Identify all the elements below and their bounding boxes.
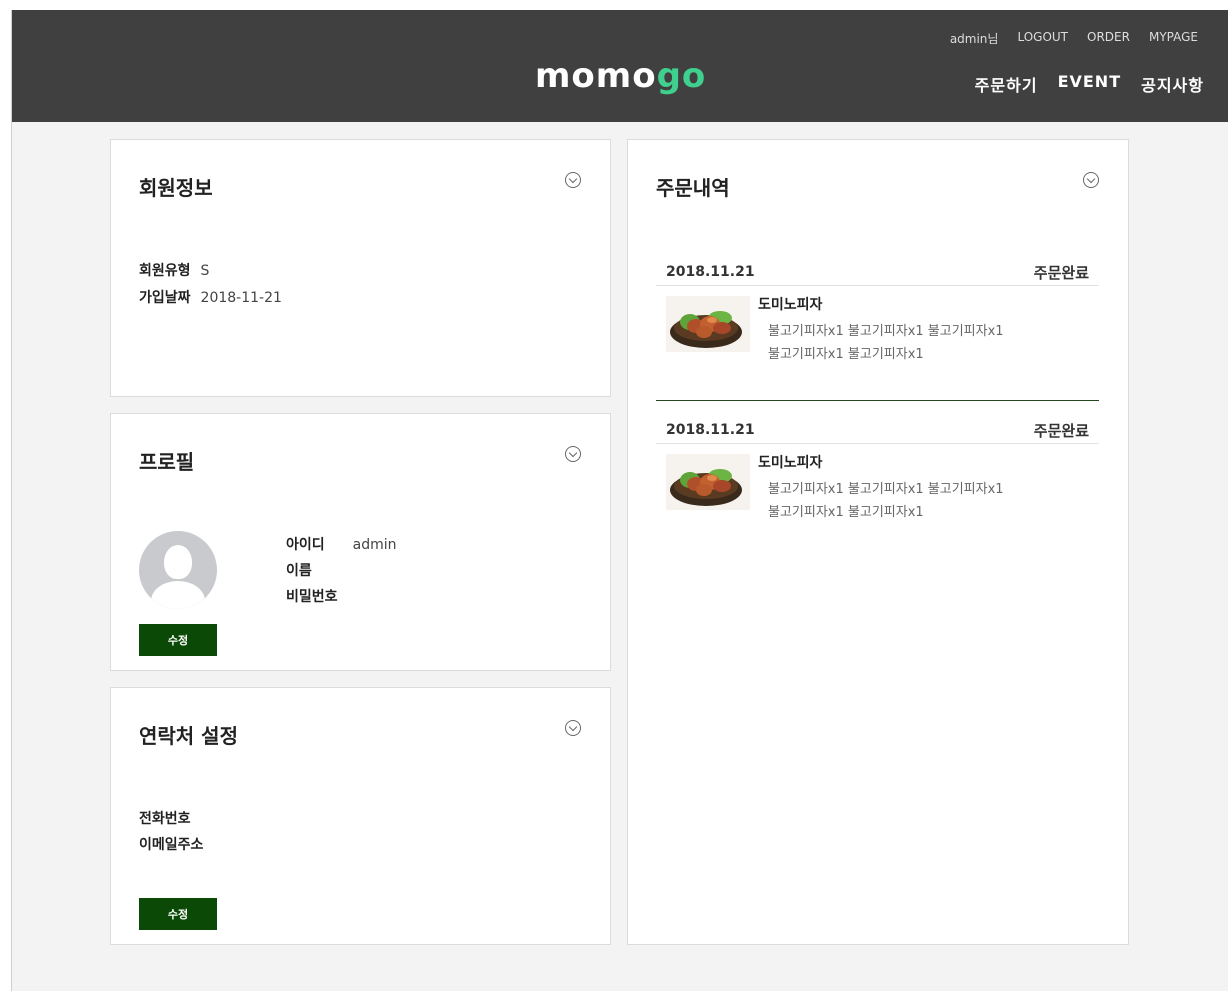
- profile-id-value: admin: [352, 537, 397, 553]
- order-date: 2018.11.21: [666, 264, 755, 280]
- email-row: 이메일주소: [139, 834, 203, 854]
- profile-name-row: 이름: [286, 560, 312, 580]
- contact-edit-button[interactable]: 수정: [139, 898, 217, 930]
- profile-password-row: 비밀번호: [286, 586, 338, 606]
- user-greeting: admin님: [949, 32, 999, 46]
- user-silhouette-icon: [164, 545, 192, 579]
- member-info-card: 회원정보 회원유형 S 가입날짜 2018-11-21: [110, 139, 611, 397]
- join-date-value: 2018-11-21: [200, 290, 282, 306]
- order-items: 불고기피자x1 불고기피자x1 불고기피자x1 불고기피자x1 불고기피자x1: [768, 324, 1004, 362]
- order-status: 주문완료: [1033, 264, 1089, 282]
- order-status: 주문완료: [1033, 422, 1089, 440]
- logo-main: momo: [535, 56, 657, 96]
- order-link[interactable]: ORDER: [1087, 30, 1130, 47]
- contact-title: 연락처 설정: [139, 724, 238, 748]
- logout-link[interactable]: LOGOUT: [1017, 30, 1068, 47]
- profile-card: 프로필 아이디 admin 이름 비밀번호 수정: [110, 413, 611, 671]
- member-type-value: S: [200, 263, 210, 279]
- main-nav: 주문하기 EVENT 공지사항: [975, 72, 1204, 96]
- nav-order[interactable]: 주문하기: [975, 72, 1038, 96]
- profile-password-label: 비밀번호: [286, 589, 338, 605]
- profile-title: 프로필: [139, 450, 195, 474]
- mypage-link[interactable]: MYPAGE: [1149, 30, 1198, 47]
- contact-card: 연락처 설정 전화번호 이메일주소 수정: [110, 687, 611, 945]
- profile-edit-button[interactable]: 수정: [139, 624, 217, 656]
- member-type-label: 회원유형: [139, 263, 191, 279]
- profile-id-label: 아이디: [286, 537, 325, 553]
- order-divider: [656, 400, 1099, 401]
- profile-name-label: 이름: [286, 563, 312, 579]
- join-date-row: 가입날짜 2018-11-21: [139, 287, 282, 307]
- nav-event[interactable]: EVENT: [1058, 72, 1122, 96]
- order-history-title: 주문내역: [656, 176, 730, 200]
- order-item[interactable]: 2018.11.21 주문완료 도미노피자 불고기피자x1 불고기피자x1 불고…: [656, 418, 1099, 520]
- logo-accent: go: [656, 56, 707, 96]
- site-header: momogo admin님 LOGOUT ORDER MYPAGE 주문하기 E…: [12, 10, 1228, 122]
- chevron-circle-down-icon[interactable]: [1083, 172, 1099, 188]
- order-date: 2018.11.21: [666, 422, 755, 438]
- email-label: 이메일주소: [139, 837, 204, 853]
- chevron-circle-down-icon[interactable]: [565, 446, 581, 462]
- utility-nav: admin님 LOGOUT ORDER MYPAGE: [950, 30, 1198, 47]
- phone-label: 전화번호: [139, 811, 191, 827]
- nav-notice[interactable]: 공지사항: [1141, 72, 1204, 96]
- site-logo[interactable]: momogo: [535, 56, 706, 96]
- member-info-title: 회원정보: [139, 176, 213, 200]
- order-store-name: 도미노피자: [758, 297, 823, 313]
- order-item[interactable]: 2018.11.21 주문완료 도미노피자 불고기피자x1 불고기피자x1 불고…: [656, 260, 1099, 362]
- join-date-label: 가입날짜: [139, 290, 191, 306]
- order-history-card: 주문내역 2018.11.21 주문완료 도미노피자 불고기피자x1 불고기피자…: [627, 139, 1129, 945]
- profile-id-row: 아이디 admin: [286, 534, 397, 554]
- avatar: [139, 531, 217, 609]
- chevron-circle-down-icon[interactable]: [565, 720, 581, 736]
- fried-chicken-photo: [666, 296, 750, 352]
- fried-chicken-photo: [666, 454, 750, 510]
- phone-row: 전화번호: [139, 808, 191, 828]
- order-store-name: 도미노피자: [758, 455, 823, 471]
- order-items: 불고기피자x1 불고기피자x1 불고기피자x1 불고기피자x1 불고기피자x1: [768, 482, 1004, 520]
- chevron-circle-down-icon[interactable]: [565, 172, 581, 188]
- member-type-row: 회원유형 S: [139, 260, 209, 280]
